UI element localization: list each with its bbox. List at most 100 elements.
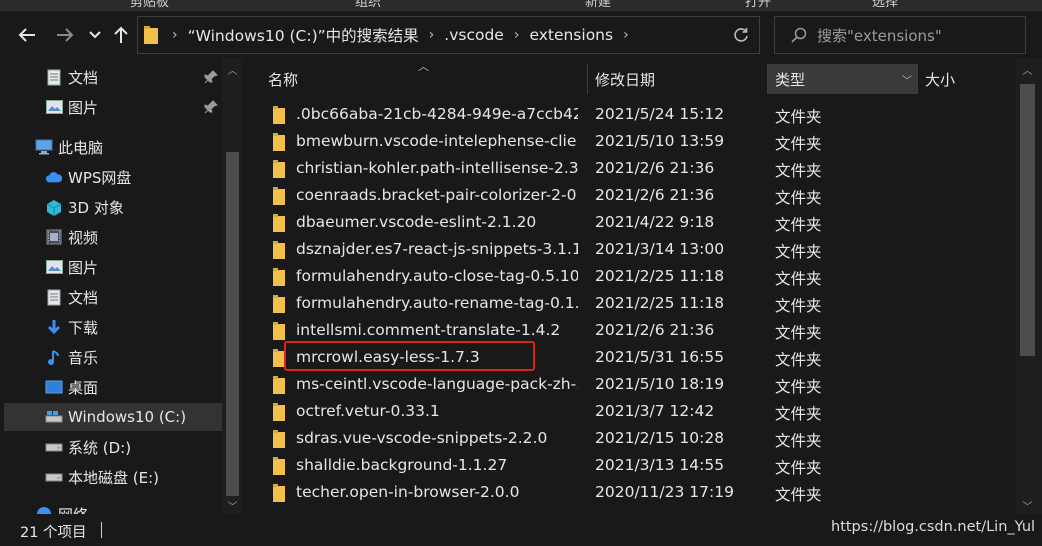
column-divider[interactable]	[917, 64, 918, 94]
nav-label: WPS网盘	[68, 168, 132, 187]
table-row[interactable]: coenraads.bracket-pair-colorizer-2-0... 2…	[263, 183, 1023, 210]
refresh-button[interactable]	[723, 17, 759, 53]
desktop-icon	[45, 378, 63, 396]
ribbon-label-clipboard[interactable]: 剪贴板	[130, 0, 169, 10]
file-date: 2021/5/31 16:55	[595, 348, 725, 366]
pin-icon[interactable]	[204, 100, 218, 114]
column-divider[interactable]	[587, 64, 588, 94]
file-date: 2021/2/6 21:36	[595, 159, 715, 177]
scroll-down-arrow-icon[interactable]: ﹀	[227, 498, 238, 513]
chevron-down-icon	[89, 31, 101, 39]
arrow-up-icon	[114, 26, 128, 43]
nav-pictures[interactable]: 图片	[4, 253, 222, 281]
nav-scrollbar[interactable]: ︿ ﹀	[222, 58, 243, 514]
table-row[interactable]: octref.vetur-0.33.1 2021/3/7 12:42 文件夹	[263, 399, 1023, 426]
nav-desktop[interactable]: 桌面	[4, 373, 222, 401]
table-row[interactable]: sdras.vue-vscode-snippets-2.2.0 2021/2/15…	[263, 426, 1023, 453]
nav-3d-objects[interactable]: 3D 对象	[4, 193, 222, 221]
nav-label: 文档	[68, 68, 99, 87]
table-row[interactable]: shalldie.background-1.1.27 2021/3/13 14:5…	[263, 453, 1023, 480]
table-row[interactable]: dbaeumer.vscode-eslint-2.1.20 2021/4/22 9…	[263, 210, 1023, 237]
table-row[interactable]: techer.open-in-browser-2.0.0 2020/11/23 1…	[263, 480, 1023, 507]
column-header-type[interactable]: 类型 ﹀	[768, 64, 917, 94]
nav-label: Windows10 (C:)	[68, 408, 187, 426]
file-type: 文件夹	[775, 216, 822, 234]
breadcrumb-search-results[interactable]: “Windows10 (C:)”中的搜索结果	[188, 24, 419, 46]
scroll-down-arrow-icon[interactable]: ﹀	[1020, 498, 1035, 513]
file-name: dbaeumer.vscode-eslint-2.1.20	[296, 213, 537, 231]
folder-icon	[273, 430, 285, 448]
nav-documents[interactable]: 文档	[4, 283, 222, 311]
forward-button[interactable]	[52, 20, 78, 50]
search-placeholder: 搜索"extensions"	[817, 26, 942, 45]
breadcrumb-extensions[interactable]: extensions	[529, 26, 613, 44]
address-bar[interactable]: › “Windows10 (C:)”中的搜索结果 › .vscode › ext…	[137, 16, 760, 54]
music-icon	[45, 348, 63, 366]
nav-music[interactable]: 音乐	[4, 343, 222, 371]
table-row[interactable]: christian-kohler.path-intellisense-2.3.0…	[263, 156, 1023, 183]
status-bar: 21 个项目 https://blog.csdn.net/Lin_Yul	[0, 514, 1042, 546]
nav-label: 文档	[68, 288, 99, 307]
nav-videos[interactable]: 视频	[4, 223, 222, 251]
file-name: formulahendry.auto-close-tag-0.5.10	[296, 267, 578, 285]
drive-icon	[45, 468, 63, 486]
file-type: 文件夹	[775, 324, 822, 342]
table-row[interactable]: dsznajder.es7-react-js-snippets-3.1.1 202…	[263, 237, 1023, 264]
scrollbar-thumb[interactable]	[1020, 84, 1035, 356]
file-type: 文件夹	[775, 135, 822, 153]
nav-label: 视频	[68, 228, 99, 247]
nav-drive-d[interactable]: 系统 (D:)	[4, 433, 222, 461]
nav-wps-cloud[interactable]: WPS网盘	[4, 163, 222, 191]
table-row[interactable]: bmewburn.vscode-intelephense-clie... 2021…	[263, 129, 1023, 156]
nav-downloads[interactable]: 下载	[4, 313, 222, 341]
3d-object-icon	[45, 198, 63, 216]
file-type: 文件夹	[775, 297, 822, 315]
scrollbar-thumb[interactable]	[226, 152, 239, 496]
arrow-right-icon	[57, 28, 74, 42]
folder-icon	[273, 403, 285, 421]
chevron-right-icon[interactable]: ›	[514, 27, 520, 43]
chevron-right-icon[interactable]: ›	[172, 27, 178, 43]
quick-access-documents[interactable]: 文档	[4, 63, 222, 91]
pin-icon[interactable]	[204, 70, 218, 84]
file-name: christian-kohler.path-intellisense-2.3.0	[296, 159, 578, 177]
table-row[interactable]: .0bc66aba-21cb-4284-949e-a7ccb42... 2021/…	[263, 102, 1023, 129]
ribbon-label-new[interactable]: 新建	[585, 0, 611, 10]
nav-drive-e[interactable]: 本地磁盘 (E:)	[4, 463, 222, 491]
computer-icon	[35, 138, 53, 156]
nav-this-pc[interactable]: 此电脑	[4, 133, 222, 161]
ribbon-label-open[interactable]: 打开	[745, 0, 771, 10]
folder-icon	[273, 268, 285, 286]
file-type: 文件夹	[775, 243, 822, 261]
quick-access-pictures[interactable]: 图片	[4, 93, 222, 121]
table-row[interactable]: formulahendry.auto-rename-tag-0.1.6 2021/…	[263, 291, 1023, 318]
chevron-right-icon[interactable]: ›	[429, 27, 435, 43]
back-button[interactable]	[14, 20, 40, 50]
column-header-date[interactable]: 修改日期	[595, 64, 765, 94]
nav-network[interactable]: 网络	[4, 500, 222, 514]
up-button[interactable]	[108, 20, 134, 50]
column-header-size[interactable]: 大小	[925, 64, 1005, 94]
file-date: 2021/2/6 21:36	[595, 321, 715, 339]
nav-drive-c[interactable]: Windows10 (C:)	[4, 403, 222, 431]
table-row[interactable]: ms-ceintl.vscode-language-pack-zh-... 202…	[263, 372, 1023, 399]
file-type: 文件夹	[775, 351, 822, 369]
download-icon	[45, 318, 63, 336]
chevron-down-icon[interactable]: ﹀	[902, 72, 912, 87]
picture-icon	[45, 98, 63, 116]
chevron-right-icon[interactable]: ›	[623, 27, 629, 43]
search-box[interactable]: 搜索"extensions"	[774, 16, 1026, 54]
breadcrumb-vscode[interactable]: .vscode	[444, 26, 504, 44]
file-name: .0bc66aba-21cb-4284-949e-a7ccb42...	[296, 105, 578, 123]
network-icon	[35, 505, 53, 514]
ribbon-label-select[interactable]: 选择	[872, 0, 898, 10]
file-type: 文件夹	[775, 405, 822, 423]
document-icon	[45, 288, 63, 306]
recent-locations-button[interactable]	[82, 20, 108, 50]
scroll-up-arrow-icon[interactable]: ︿	[227, 62, 238, 77]
ribbon-label-organize[interactable]: 组织	[355, 0, 381, 10]
column-header-name[interactable]: 名称	[268, 64, 583, 94]
table-row[interactable]: formulahendry.auto-close-tag-0.5.10 2021/…	[263, 264, 1023, 291]
scroll-up-arrow-icon[interactable]: ︿	[1020, 62, 1035, 77]
file-list-scrollbar[interactable]: ︿ ﹀	[1016, 58, 1042, 514]
